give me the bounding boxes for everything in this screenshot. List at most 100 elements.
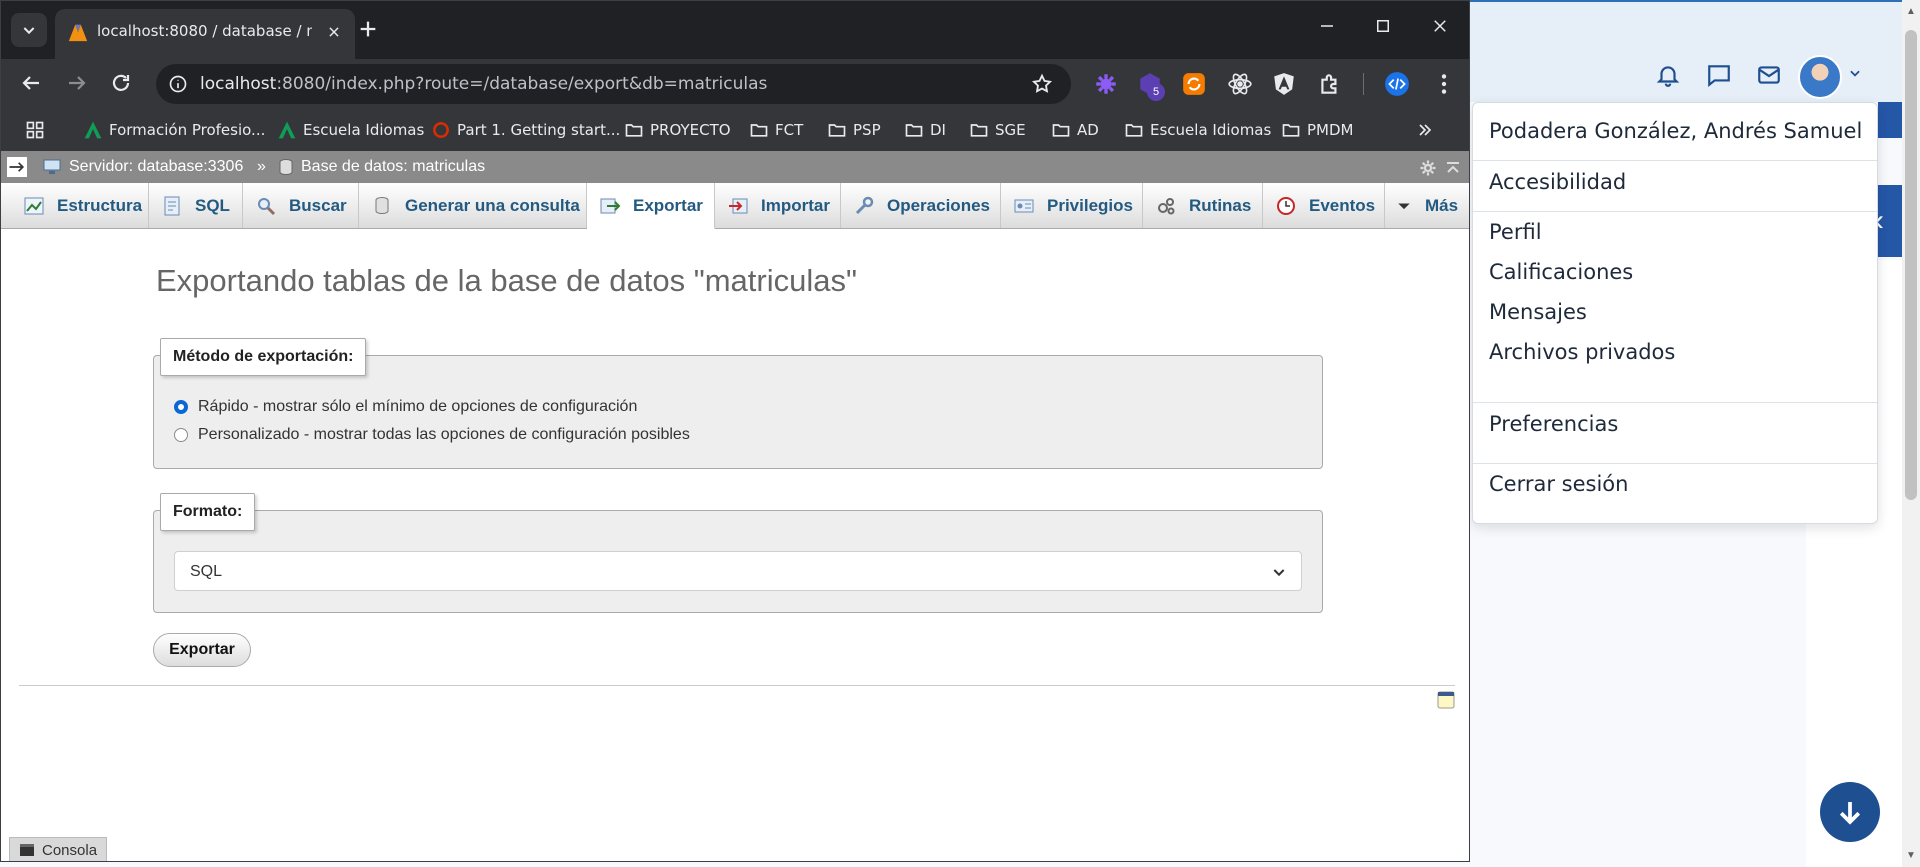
forward-arrow-icon[interactable] — [65, 71, 91, 97]
folder-icon — [905, 124, 923, 137]
export-method-legend: Método de exportación: — [160, 338, 367, 376]
extension-react-icon[interactable] — [1227, 71, 1253, 97]
maximize-window-icon[interactable] — [1374, 17, 1398, 41]
console-toggle[interactable]: Consola — [9, 837, 107, 861]
bookmark-folder[interactable]: Escuela Idiomas — [1124, 119, 1271, 141]
close-tab-icon[interactable] — [323, 21, 345, 43]
tab-label: Más — [1425, 195, 1459, 215]
bookmark-folder[interactable]: PSP — [827, 119, 881, 141]
minimize-window-icon[interactable] — [1318, 17, 1342, 41]
bookmark-folder[interactable]: DI — [904, 119, 946, 141]
database-icon — [279, 159, 293, 175]
tab-title: localhost:8080 / database / matriculas — [97, 22, 312, 40]
radio-option-quick[interactable]: Rápido - mostrar sólo el mínimo de opcio… — [174, 398, 637, 416]
menu-item-accesibilidad[interactable]: Accesibilidad — [1489, 170, 1626, 194]
chevron-down-icon[interactable] — [1848, 66, 1862, 80]
menu-item-perfil[interactable]: Perfil — [1489, 220, 1542, 244]
bookmark-item[interactable]: Escuela Idiomas — [277, 119, 424, 141]
bookmark-label: DI — [930, 121, 946, 139]
bookmark-folder[interactable]: AD — [1051, 119, 1099, 141]
browser-tab-active[interactable]: localhost:8080 / database / matriculas — [55, 9, 355, 59]
apps-grid-icon[interactable] — [25, 119, 51, 141]
tab-label: Eventos — [1309, 195, 1376, 215]
scrollbar-thumb[interactable] — [1905, 30, 1917, 500]
address-bar[interactable]: localhost:8080/index.php?route=/database… — [156, 64, 1071, 104]
bookmark-item[interactable]: Formación Profesio... — [83, 119, 265, 141]
reload-icon[interactable] — [109, 71, 135, 97]
custom-radio[interactable] — [174, 428, 188, 442]
tab-mas[interactable]: Más — [1385, 183, 1469, 228]
export-button[interactable]: Exportar — [153, 633, 251, 667]
breadcrumb-server[interactable]: Servidor: database:3306 — [69, 158, 243, 176]
url-text[interactable]: localhost:8080/index.php?route=/database… — [200, 74, 767, 94]
breadcrumb-separator: » — [257, 158, 266, 175]
toolbar-separator — [1363, 73, 1364, 95]
scroll-up-arrow-icon[interactable]: ▲ — [1905, 6, 1917, 18]
menu-item-mensajes[interactable]: Mensajes — [1489, 300, 1587, 324]
tab-label: Privilegios — [1047, 195, 1133, 215]
extension-code-icon[interactable] — [1384, 71, 1410, 97]
navigation-toggle-arrow-icon[interactable] — [7, 157, 27, 177]
tab-importar[interactable]: Importar — [715, 183, 841, 228]
bookmark-label: Escuela Idiomas — [303, 121, 425, 139]
bookmark-item[interactable]: Part 1. Getting start... — [431, 119, 620, 141]
tab-generar-consulta[interactable]: Generar una consulta — [359, 183, 587, 228]
menu-divider — [1473, 160, 1877, 161]
extensions-puzzle-icon[interactable] — [1317, 71, 1343, 97]
chat-bubble-icon[interactable] — [1706, 62, 1732, 88]
radio-option-custom[interactable]: Personalizado - mostrar todas las opcion… — [174, 426, 690, 444]
bookmark-star-icon[interactable] — [1031, 73, 1053, 95]
tab-search-button[interactable] — [11, 13, 47, 47]
custom-radio-label[interactable]: Personalizado - mostrar todas las opcion… — [198, 426, 690, 444]
bookmark-folder[interactable]: PMDM — [1281, 119, 1353, 141]
scroll-down-arrow-icon[interactable]: ▼ — [1905, 850, 1917, 862]
wrench-icon — [855, 196, 874, 214]
menu-item-preferencias[interactable]: Preferencias — [1489, 412, 1618, 436]
tab-privilegios[interactable]: Privilegios — [1001, 183, 1143, 228]
close-window-icon[interactable] — [1431, 17, 1455, 41]
site-info-icon[interactable] — [168, 74, 188, 94]
menu-item-calificaciones[interactable]: Calificaciones — [1489, 260, 1633, 284]
menu-item-archivos-privados[interactable]: Archivos privados — [1489, 340, 1675, 364]
tab-label: Operaciones — [887, 195, 990, 215]
bookmark-folder[interactable]: FCT — [749, 119, 803, 141]
breadcrumb-database[interactable]: Base de datos: matriculas — [301, 158, 485, 176]
collapse-top-icon[interactable] — [1445, 160, 1461, 176]
format-select-value: SQL — [190, 563, 223, 580]
more-bookmarks-chevron-icon[interactable] — [1415, 119, 1441, 141]
bookmark-folder[interactable]: PROYECTO — [624, 119, 731, 141]
chevron-down-icon — [1273, 569, 1285, 577]
tab-eventos[interactable]: Eventos — [1263, 183, 1385, 228]
format-select[interactable]: SQL — [174, 551, 1302, 591]
tab-operaciones[interactable]: Operaciones — [841, 183, 1001, 228]
quick-radio-label[interactable]: Rápido - mostrar sólo el mínimo de opcio… — [198, 398, 637, 416]
console-label: Consola — [42, 841, 98, 859]
menu-item-cerrar-sesion[interactable]: Cerrar sesión — [1489, 472, 1628, 496]
menu-divider — [1473, 463, 1877, 464]
tab-rutinas[interactable]: Rutinas — [1143, 183, 1263, 228]
tab-exportar[interactable]: Exportar — [587, 183, 715, 229]
extension-angular-icon[interactable] — [1271, 71, 1297, 97]
scroll-down-button[interactable] — [1820, 782, 1880, 842]
extension-gear-icon[interactable] — [1093, 71, 1119, 97]
import-icon — [729, 198, 748, 213]
phpmyadmin-favicon-icon — [68, 24, 88, 42]
notifications-bell-icon[interactable] — [1655, 62, 1681, 88]
new-tab-plus-icon[interactable] — [357, 18, 381, 42]
user-avatar[interactable] — [1798, 55, 1842, 99]
extension-sync-icon[interactable] — [1181, 71, 1207, 97]
sticky-note-icon[interactable] — [1437, 691, 1455, 709]
bookmark-label: PROYECTO — [650, 121, 731, 139]
bookmark-folder[interactable]: SGE — [969, 119, 1026, 141]
tab-label: Exportar — [633, 195, 703, 215]
tab-estructura[interactable]: Estructura — [11, 183, 149, 228]
tab-label: Buscar — [289, 195, 347, 215]
back-arrow-icon[interactable] — [19, 71, 45, 97]
quick-radio[interactable] — [174, 400, 188, 414]
settings-gear-icon[interactable] — [1419, 159, 1437, 177]
envelope-icon[interactable] — [1756, 62, 1782, 88]
browser-menu-kebab-icon[interactable] — [1431, 71, 1457, 97]
tab-buscar[interactable]: Buscar — [243, 183, 359, 228]
console-icon — [20, 844, 34, 856]
tab-sql[interactable]: SQL — [149, 183, 243, 228]
